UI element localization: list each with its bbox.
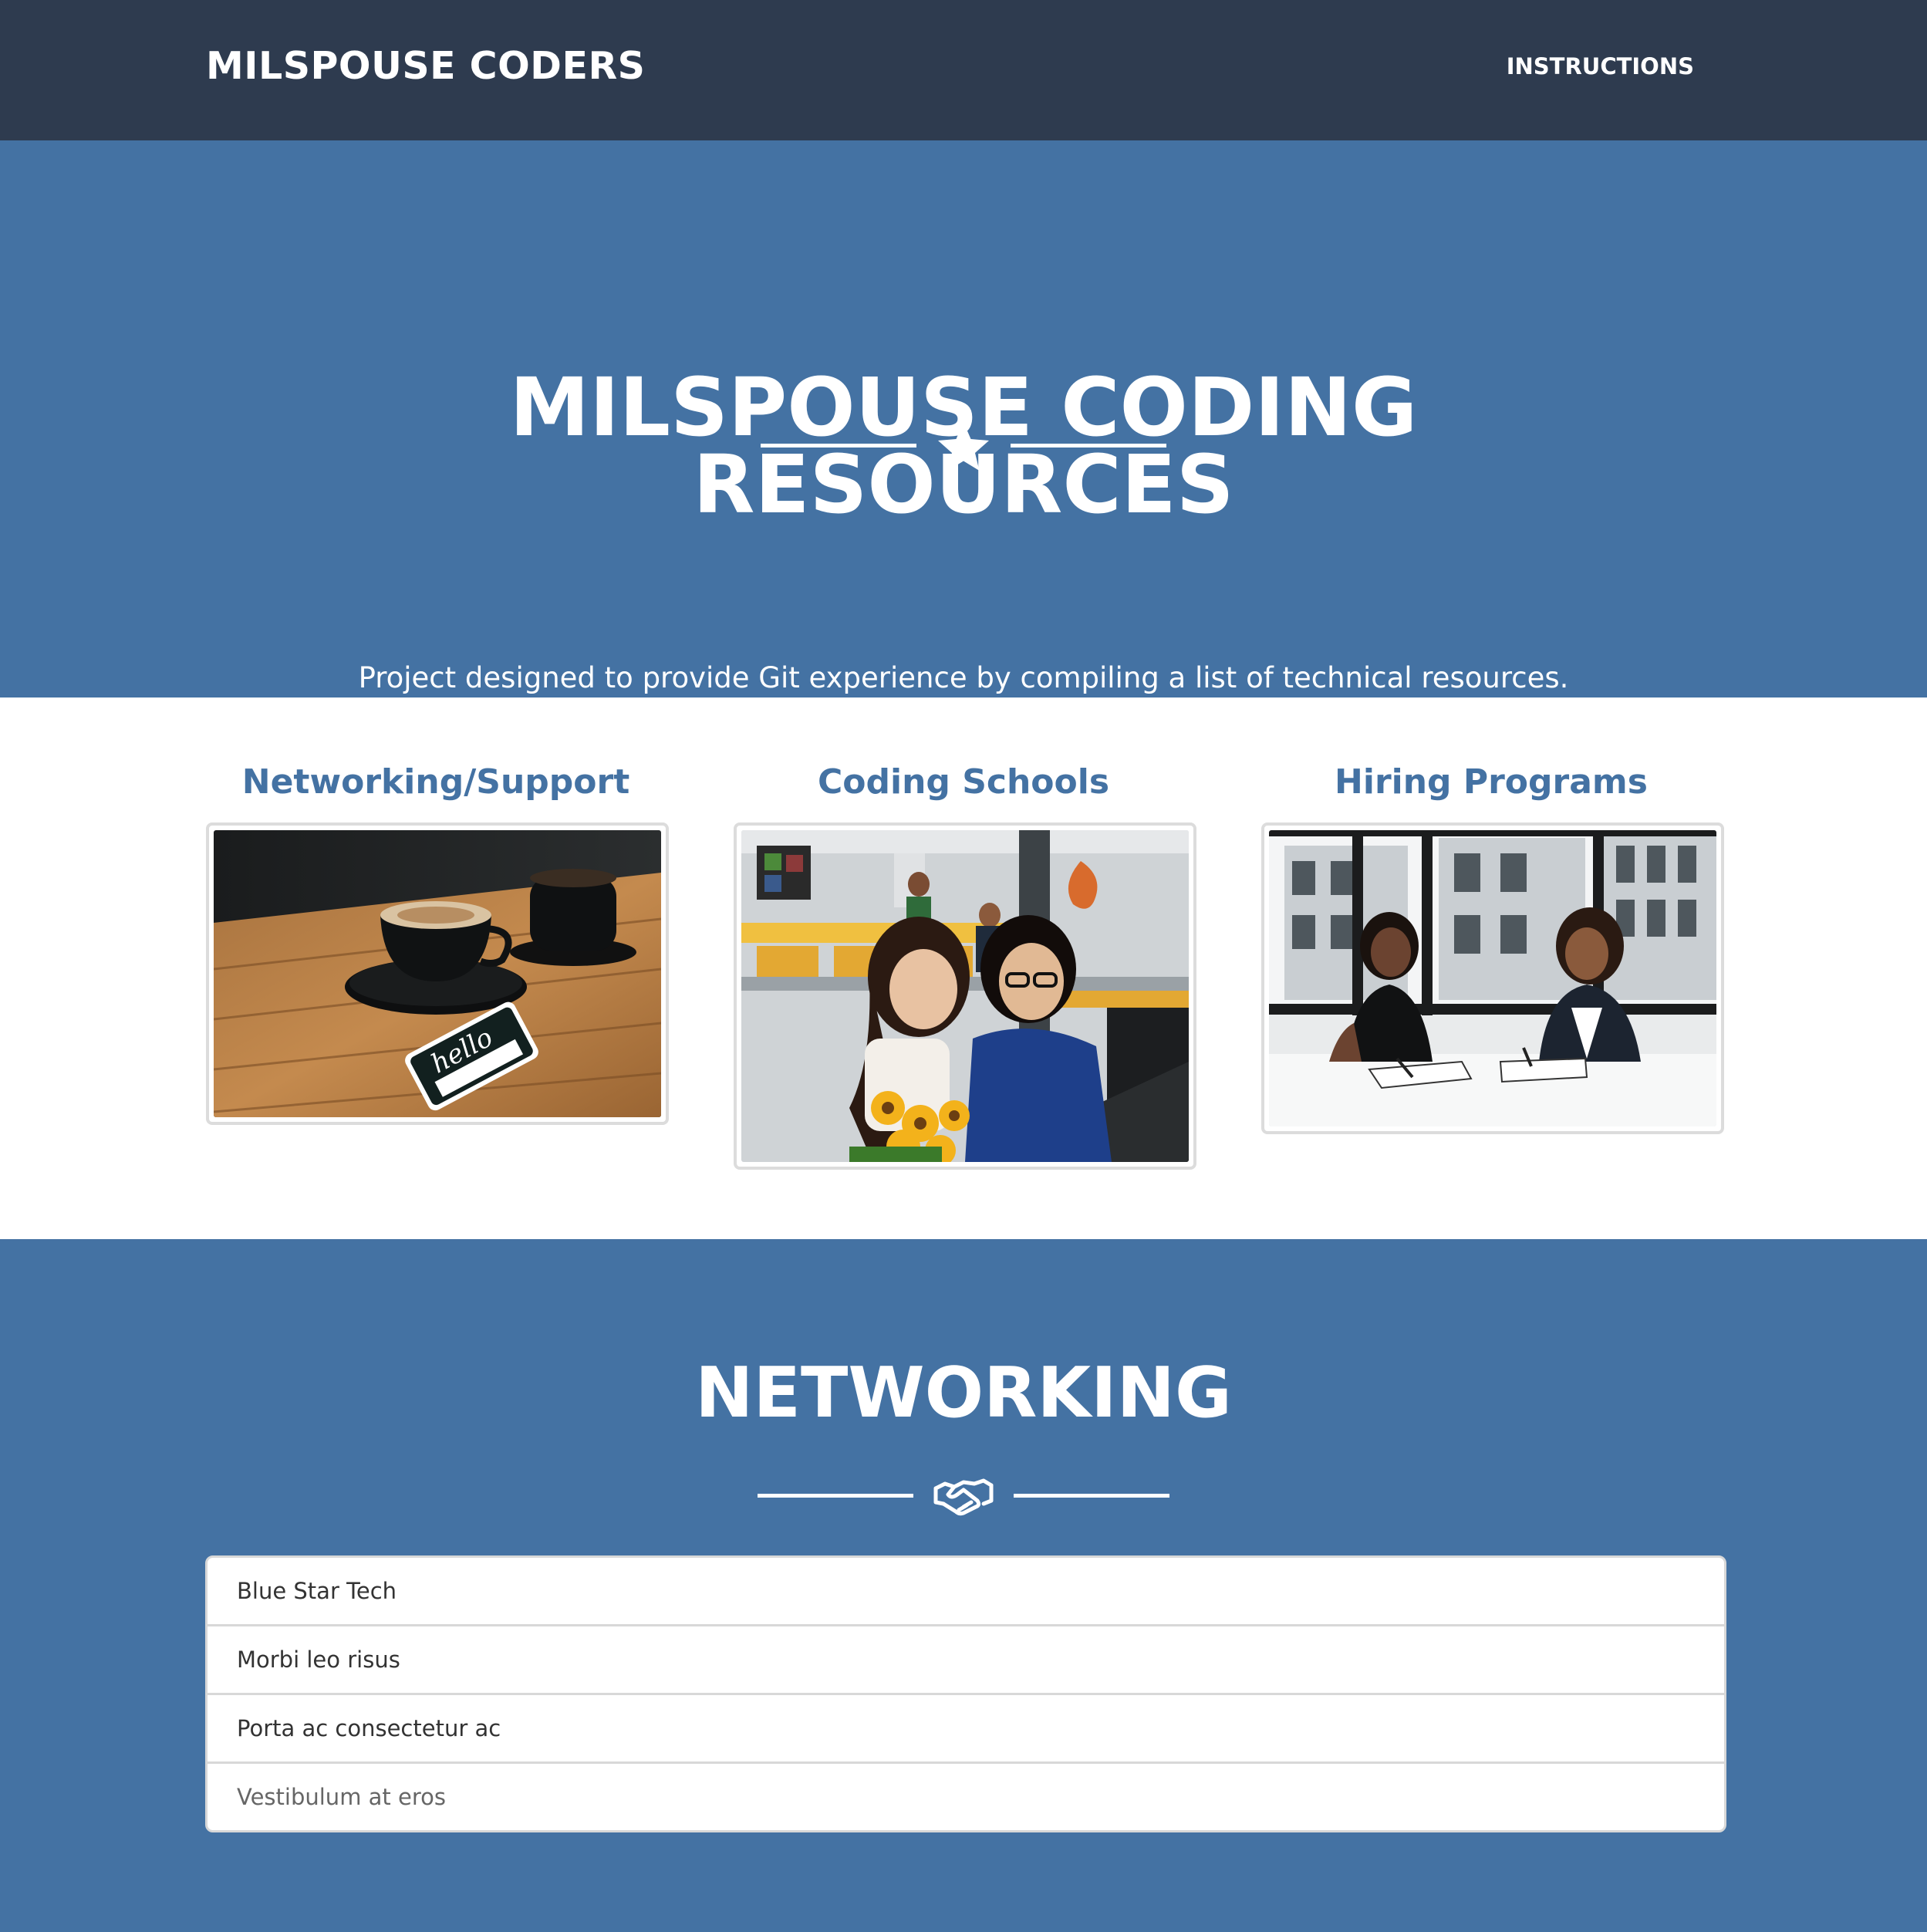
- networking-list: Blue Star Tech Morbi leo risus Porta ac …: [205, 1555, 1726, 1832]
- category-image-networking[interactable]: hello: [206, 822, 669, 1125]
- list-item[interactable]: Morbi leo risus: [208, 1626, 1724, 1695]
- category-image-coding-schools[interactable]: [734, 822, 1196, 1170]
- category-title[interactable]: Hiring Programs: [1261, 759, 1721, 806]
- students-in-classroom-photo: [741, 830, 1189, 1162]
- category-title[interactable]: Coding Schools: [734, 759, 1193, 806]
- star-icon: [938, 422, 989, 471]
- hero-section: MILSPOUSE CODING RESOURCES Project desig…: [0, 140, 1927, 697]
- networking-divider: [0, 1468, 1927, 1522]
- divider-line-left: [758, 1494, 913, 1498]
- list-item[interactable]: Porta ac consectetur ac: [208, 1695, 1724, 1764]
- divider-line-right: [1011, 444, 1166, 448]
- coffee-cups-hello-sticker-photo: hello: [214, 830, 661, 1117]
- hero-subtitle: Project designed to provide Git experien…: [358, 661, 1569, 694]
- category-image-hiring-programs[interactable]: [1261, 822, 1724, 1134]
- brand-link[interactable]: MILSPOUSE CODERS: [206, 42, 645, 91]
- hero-divider: [0, 418, 1927, 472]
- categories-section: Networking/Support hello Coding Schools …: [0, 697, 1927, 1239]
- networking-title: NETWORKING: [695, 1353, 1232, 1434]
- divider-line-right: [1014, 1494, 1169, 1498]
- handshake-icon: [933, 1478, 994, 1516]
- nav-instructions-link[interactable]: INSTRUCTIONS: [1507, 52, 1694, 80]
- networking-section: NETWORKING Blue Star Tech Morbi leo risu…: [0, 1239, 1927, 1932]
- two-women-meeting-photo: [1269, 830, 1716, 1126]
- divider-line-left: [761, 444, 916, 448]
- list-item[interactable]: Blue Star Tech: [208, 1558, 1724, 1626]
- navbar: MILSPOUSE CODERS INSTRUCTIONS: [0, 0, 1927, 140]
- category-title[interactable]: Networking/Support: [206, 759, 666, 806]
- list-item[interactable]: Vestibulum at eros: [208, 1764, 1724, 1830]
